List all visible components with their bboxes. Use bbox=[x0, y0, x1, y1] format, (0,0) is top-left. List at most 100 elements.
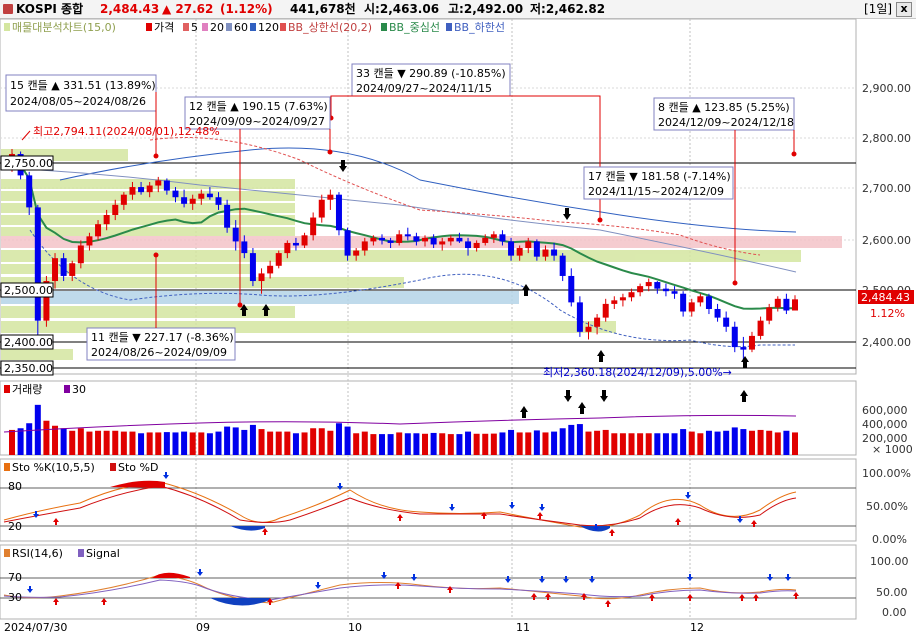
candle-body[interactable] bbox=[559, 255, 566, 276]
stock-chart[interactable]: 15 캔들 ▲ 331.51 (13.89%) 2024/08/05~2024/… bbox=[0, 0, 916, 636]
candle-body[interactable] bbox=[447, 237, 454, 242]
candle-body[interactable] bbox=[576, 302, 583, 332]
volume-bar bbox=[292, 433, 299, 455]
candle-body[interactable] bbox=[499, 234, 506, 242]
candle-body[interactable] bbox=[456, 237, 463, 242]
candle-body[interactable] bbox=[232, 227, 239, 242]
candle-body[interactable] bbox=[103, 215, 110, 225]
candle-body[interactable] bbox=[465, 241, 472, 249]
candle-body[interactable] bbox=[77, 245, 84, 264]
candle-body[interactable] bbox=[748, 335, 755, 350]
candle-body[interactable] bbox=[413, 236, 420, 242]
candle-body[interactable] bbox=[740, 347, 747, 350]
candle-body[interactable] bbox=[525, 241, 532, 249]
candle-body[interactable] bbox=[301, 235, 308, 246]
candle-body[interactable] bbox=[404, 234, 411, 237]
candle-body[interactable] bbox=[284, 242, 291, 254]
candle-body[interactable] bbox=[310, 217, 317, 236]
candle-body[interactable] bbox=[611, 300, 618, 304]
candle-body[interactable] bbox=[602, 303, 609, 318]
candle-body[interactable] bbox=[430, 237, 437, 245]
candle-body[interactable] bbox=[327, 194, 334, 200]
candle-body[interactable] bbox=[662, 288, 669, 292]
candle-body[interactable] bbox=[60, 258, 67, 276]
candle-body[interactable] bbox=[292, 242, 299, 246]
candle-body[interactable] bbox=[249, 253, 256, 282]
candle-body[interactable] bbox=[542, 249, 549, 257]
candle-body[interactable] bbox=[224, 204, 231, 228]
candle-body[interactable] bbox=[129, 187, 136, 195]
legend-bb-upper: BB_상한선(20,2) bbox=[288, 21, 372, 34]
volume-bar bbox=[559, 428, 566, 455]
y-tick: 2,400.00 bbox=[862, 336, 911, 349]
candle-body[interactable] bbox=[473, 242, 480, 249]
candle-body[interactable] bbox=[387, 240, 394, 243]
candle-body[interactable] bbox=[766, 307, 773, 321]
candle-body[interactable] bbox=[731, 326, 738, 348]
candle-body[interactable] bbox=[95, 224, 102, 237]
candle-body[interactable] bbox=[594, 317, 601, 327]
candle-body[interactable] bbox=[637, 286, 644, 293]
candle-body[interactable] bbox=[361, 241, 368, 251]
candle-body[interactable] bbox=[439, 241, 446, 245]
candle-body[interactable] bbox=[163, 180, 170, 191]
candle-body[interactable] bbox=[138, 187, 145, 193]
candle-body[interactable] bbox=[482, 237, 489, 243]
candle-body[interactable] bbox=[723, 317, 730, 327]
candle-body[interactable] bbox=[792, 299, 798, 311]
candle-body[interactable] bbox=[568, 275, 575, 303]
volume-bar bbox=[482, 433, 489, 455]
candle-body[interactable] bbox=[422, 237, 429, 242]
candle-body[interactable] bbox=[198, 193, 205, 199]
candle-body[interactable] bbox=[52, 258, 59, 282]
volume-bar bbox=[714, 431, 721, 455]
candle-body[interactable] bbox=[335, 194, 342, 231]
candle-body[interactable] bbox=[533, 241, 540, 257]
candle-body[interactable] bbox=[344, 230, 351, 256]
candle-body[interactable] bbox=[241, 241, 248, 254]
candle-body[interactable] bbox=[585, 326, 592, 332]
candle-body[interactable] bbox=[551, 249, 558, 256]
candle-body[interactable] bbox=[189, 198, 196, 204]
candle-body[interactable] bbox=[181, 197, 188, 204]
candle-body[interactable] bbox=[267, 265, 274, 274]
candle-body[interactable] bbox=[490, 234, 497, 238]
candle-body[interactable] bbox=[714, 308, 721, 318]
x-tick: 2024/07/30 bbox=[4, 621, 67, 634]
candle-body[interactable] bbox=[645, 282, 652, 287]
candle-body[interactable] bbox=[697, 296, 704, 303]
candle-body[interactable] bbox=[34, 207, 41, 321]
candle-body[interactable] bbox=[258, 273, 265, 282]
candle-body[interactable] bbox=[680, 293, 687, 312]
volume-bar bbox=[60, 428, 67, 455]
candle-body[interactable] bbox=[705, 296, 712, 309]
candle-body[interactable] bbox=[215, 197, 222, 205]
candle-body[interactable] bbox=[396, 234, 403, 243]
candle-body[interactable] bbox=[155, 180, 162, 186]
candle-body[interactable] bbox=[353, 250, 360, 256]
legend-volume-profile: 매물대분석차트(15,0) bbox=[12, 21, 116, 34]
candle-body[interactable] bbox=[26, 175, 33, 208]
candle-body[interactable] bbox=[508, 241, 515, 256]
candle-body[interactable] bbox=[206, 193, 213, 198]
candle-body[interactable] bbox=[757, 320, 764, 336]
candle-body[interactable] bbox=[671, 291, 678, 294]
candle-body[interactable] bbox=[628, 292, 635, 298]
candle-body[interactable] bbox=[378, 237, 385, 241]
candle-body[interactable] bbox=[783, 298, 790, 311]
candle-body[interactable] bbox=[120, 194, 127, 205]
candle-body[interactable] bbox=[275, 253, 282, 266]
candle-body[interactable] bbox=[112, 204, 119, 215]
candle-body[interactable] bbox=[370, 237, 377, 242]
candle-body[interactable] bbox=[654, 282, 661, 289]
candle-body[interactable] bbox=[318, 199, 325, 218]
candle-body[interactable] bbox=[688, 302, 695, 312]
volume-bar bbox=[447, 434, 454, 455]
candle-body[interactable] bbox=[516, 248, 523, 256]
candle-body[interactable] bbox=[146, 185, 153, 193]
candle-body[interactable] bbox=[774, 298, 781, 308]
candle-body[interactable] bbox=[86, 236, 93, 246]
candle-body[interactable] bbox=[172, 190, 179, 198]
candle-body[interactable] bbox=[69, 263, 76, 276]
candle-body[interactable] bbox=[619, 297, 626, 301]
